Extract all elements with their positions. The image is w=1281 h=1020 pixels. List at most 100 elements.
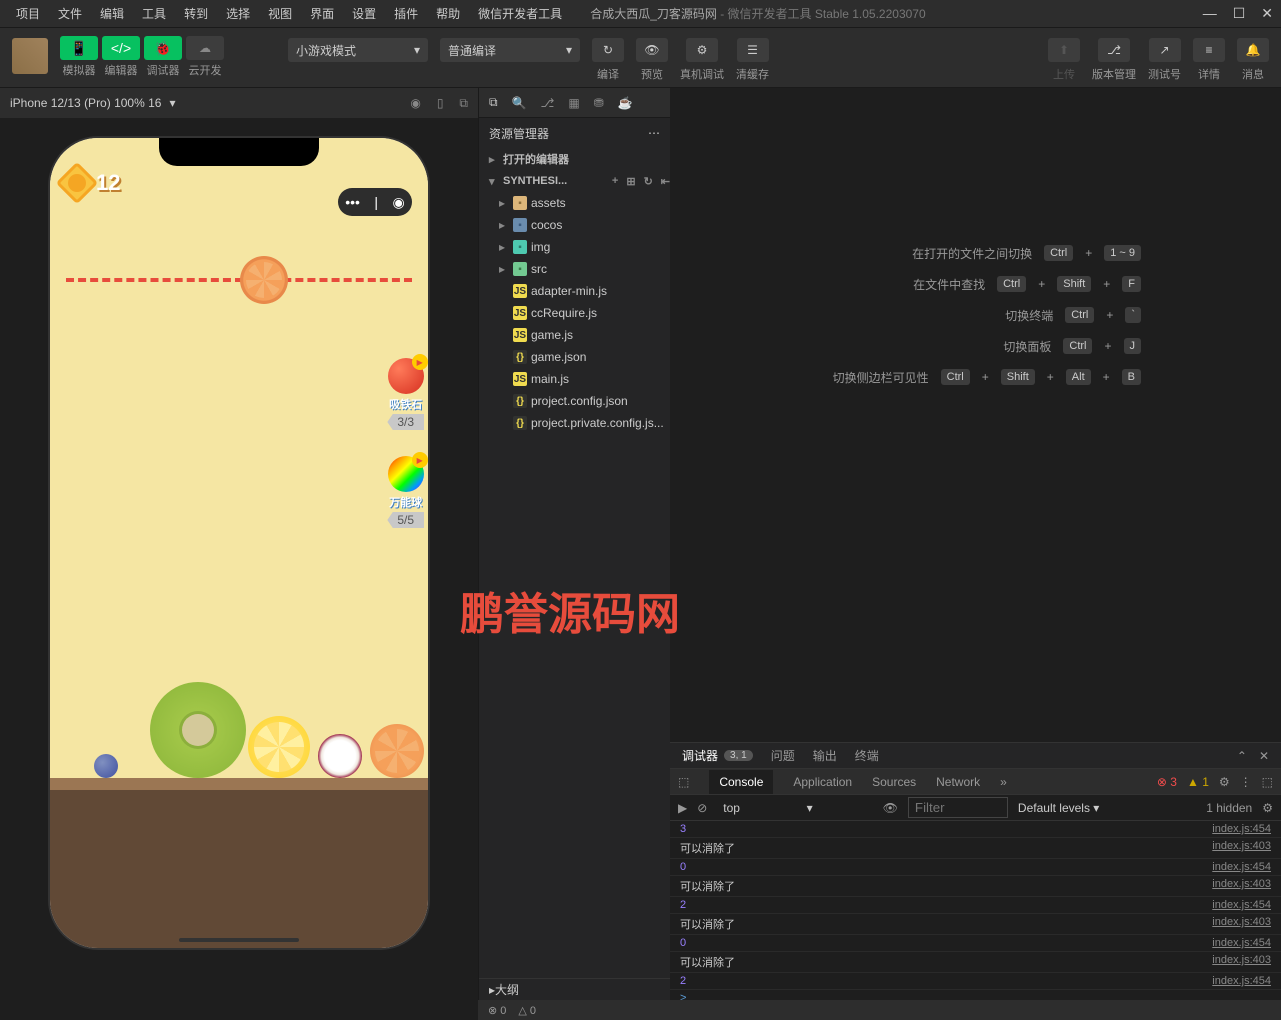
log-row[interactable]: 3index.js:454 xyxy=(670,821,1281,838)
close-icon[interactable]: ✕ xyxy=(1261,5,1273,22)
testno-button[interactable]: ↗ xyxy=(1149,38,1181,62)
debugger-button[interactable]: 🐞 xyxy=(144,36,182,60)
record-icon[interactable]: ◉ xyxy=(410,96,420,111)
inspect-icon[interactable]: ⬚ xyxy=(678,775,689,789)
file-item[interactable]: JSccRequire.js xyxy=(479,302,670,324)
warning-count[interactable]: ▲ 1 xyxy=(1187,775,1209,789)
simulator-button[interactable]: 📱 xyxy=(60,36,98,60)
opened-editors-header[interactable]: ▸打开的编辑器 xyxy=(479,148,670,170)
search-icon[interactable]: 🔍 xyxy=(512,96,527,110)
tab-debugger[interactable]: 调试器3, 1 xyxy=(682,747,753,764)
messages-button[interactable]: 🔔 xyxy=(1237,38,1269,62)
file-item[interactable]: JSgame.js xyxy=(479,324,670,346)
log-row[interactable]: 2index.js:454 xyxy=(670,973,1281,990)
device-selector[interactable]: iPhone 12/13 (Pro) 100% 16 xyxy=(10,96,161,110)
tab-output[interactable]: 输出 xyxy=(813,747,837,764)
chevron-up-icon[interactable]: ⌃ xyxy=(1237,749,1247,763)
console-prompt[interactable]: > xyxy=(670,990,1281,1000)
project-root[interactable]: ▾SYNTHESI... + ⊞ ↻ ⇤ xyxy=(479,170,670,192)
more-icon[interactable]: ⋯ xyxy=(648,126,660,140)
folder-item[interactable]: ▸▪assets xyxy=(479,192,670,214)
file-item[interactable]: JSadapter-min.js xyxy=(479,280,670,302)
branch-icon[interactable]: ⎇ xyxy=(541,96,555,110)
editor-button[interactable]: </> xyxy=(102,36,140,60)
devtools-tab-network[interactable]: Network xyxy=(936,775,980,789)
maximize-icon[interactable]: ☐ xyxy=(1233,5,1246,22)
tab-terminal[interactable]: 终端 xyxy=(855,747,879,764)
status-warnings[interactable]: △ 0 xyxy=(518,1004,536,1017)
dock-icon[interactable]: ⬚ xyxy=(1262,775,1273,789)
split-icon[interactable]: ⧉ xyxy=(459,96,468,111)
log-row[interactable]: 2index.js:454 xyxy=(670,897,1281,914)
device-icon[interactable]: ▯ xyxy=(437,96,444,111)
devtools-tab-console[interactable]: Console xyxy=(709,770,773,794)
menu-item[interactable]: 项目 xyxy=(8,1,48,26)
menu-item[interactable]: 设置 xyxy=(344,1,384,26)
new-folder-icon[interactable]: ⊞ xyxy=(626,175,635,188)
menu-item[interactable]: 编辑 xyxy=(92,1,132,26)
console-output[interactable]: 3index.js:454可以消除了index.js:4030index.js:… xyxy=(670,821,1281,1000)
folder-item[interactable]: ▸▪cocos xyxy=(479,214,670,236)
menu-item[interactable]: 文件 xyxy=(50,1,90,26)
more-tabs-icon[interactable]: » xyxy=(1000,775,1007,789)
gear-icon[interactable]: ⚙ xyxy=(1262,801,1273,815)
clear-console-icon[interactable]: ⊘ xyxy=(697,801,707,815)
file-item[interactable]: JSmain.js xyxy=(479,368,670,390)
file-item[interactable]: {}project.config.json xyxy=(479,390,670,412)
log-row[interactable]: 可以消除了index.js:403 xyxy=(670,838,1281,859)
cloud-button[interactable]: ☁ xyxy=(186,36,224,60)
avatar[interactable] xyxy=(12,38,48,74)
version-button[interactable]: ⎇ xyxy=(1098,38,1130,62)
game-menu-pill[interactable]: •••|◉ xyxy=(338,188,412,216)
log-row[interactable]: 可以消除了index.js:403 xyxy=(670,914,1281,935)
outline-header[interactable]: ▸大纲 xyxy=(479,978,670,1000)
clearcache-button[interactable]: ☰ xyxy=(737,38,769,62)
menu-item[interactable]: 选择 xyxy=(218,1,258,26)
file-item[interactable]: {}project.private.config.js... xyxy=(479,412,670,434)
log-row[interactable]: 可以消除了index.js:403 xyxy=(670,876,1281,897)
menu-item[interactable]: 帮助 xyxy=(428,1,468,26)
mode-dropdown[interactable]: 小游戏模式▾ xyxy=(288,38,428,62)
status-errors[interactable]: ⊗ 0 xyxy=(488,1004,506,1017)
powerup-universal[interactable]: ▶ 万能球 5/5 xyxy=(387,456,424,528)
realdevice-button[interactable]: ⚙ xyxy=(686,38,718,62)
minimize-icon[interactable]: ― xyxy=(1203,5,1217,22)
menu-item[interactable]: 插件 xyxy=(386,1,426,26)
menu-item[interactable]: 微信开发者工具 xyxy=(470,1,570,26)
devtools-tab-sources[interactable]: Sources xyxy=(872,775,916,789)
gear-icon[interactable]: ⚙ xyxy=(1219,775,1230,789)
context-dropdown[interactable]: top ▾ xyxy=(717,799,872,817)
db-icon[interactable]: ⛃ xyxy=(594,96,604,110)
files-icon[interactable]: ⧉ xyxy=(489,95,498,110)
filter-input[interactable] xyxy=(908,797,1008,818)
devtools-tab-application[interactable]: Application xyxy=(793,775,852,789)
hidden-count[interactable]: 1 hidden xyxy=(1206,801,1252,815)
powerup-magnet[interactable]: ▶ 吸铁石 3/3 xyxy=(387,358,424,430)
extensions-icon[interactable]: ▦ xyxy=(568,96,579,110)
compile-button[interactable]: ↻ xyxy=(592,38,624,62)
chevron-down-icon[interactable]: ▾ xyxy=(169,96,175,110)
log-row[interactable]: 0index.js:454 xyxy=(670,935,1281,952)
refresh-icon[interactable]: ↻ xyxy=(644,175,653,188)
error-count[interactable]: ⊗ 3 xyxy=(1157,775,1177,789)
console-sidebar-icon[interactable]: ▶ xyxy=(678,801,687,815)
file-item[interactable]: {}game.json xyxy=(479,346,670,368)
menu-icon[interactable]: ⋮ xyxy=(1240,775,1252,789)
new-file-icon[interactable]: + xyxy=(612,175,618,188)
menu-item[interactable]: 转到 xyxy=(176,1,216,26)
upload-button[interactable]: ⬆ xyxy=(1048,38,1080,62)
log-row[interactable]: 0index.js:454 xyxy=(670,859,1281,876)
log-row[interactable]: 可以消除了index.js:403 xyxy=(670,952,1281,973)
menu-item[interactable]: 界面 xyxy=(302,1,342,26)
eye-icon[interactable]: 👁 xyxy=(883,801,898,815)
folder-item[interactable]: ▸▪img xyxy=(479,236,670,258)
folder-item[interactable]: ▸▪src xyxy=(479,258,670,280)
details-button[interactable]: ≡ xyxy=(1193,38,1225,62)
preview-button[interactable]: 👁 xyxy=(636,38,668,62)
collapse-icon[interactable]: ⇤ xyxy=(661,175,670,188)
tab-problems[interactable]: 问题 xyxy=(771,747,795,764)
cup-icon[interactable]: ☕ xyxy=(618,96,633,110)
menu-item[interactable]: 视图 xyxy=(260,1,300,26)
levels-dropdown[interactable]: Default levels ▾ xyxy=(1018,801,1099,815)
compile-dropdown[interactable]: 普通编译▾ xyxy=(440,38,580,62)
